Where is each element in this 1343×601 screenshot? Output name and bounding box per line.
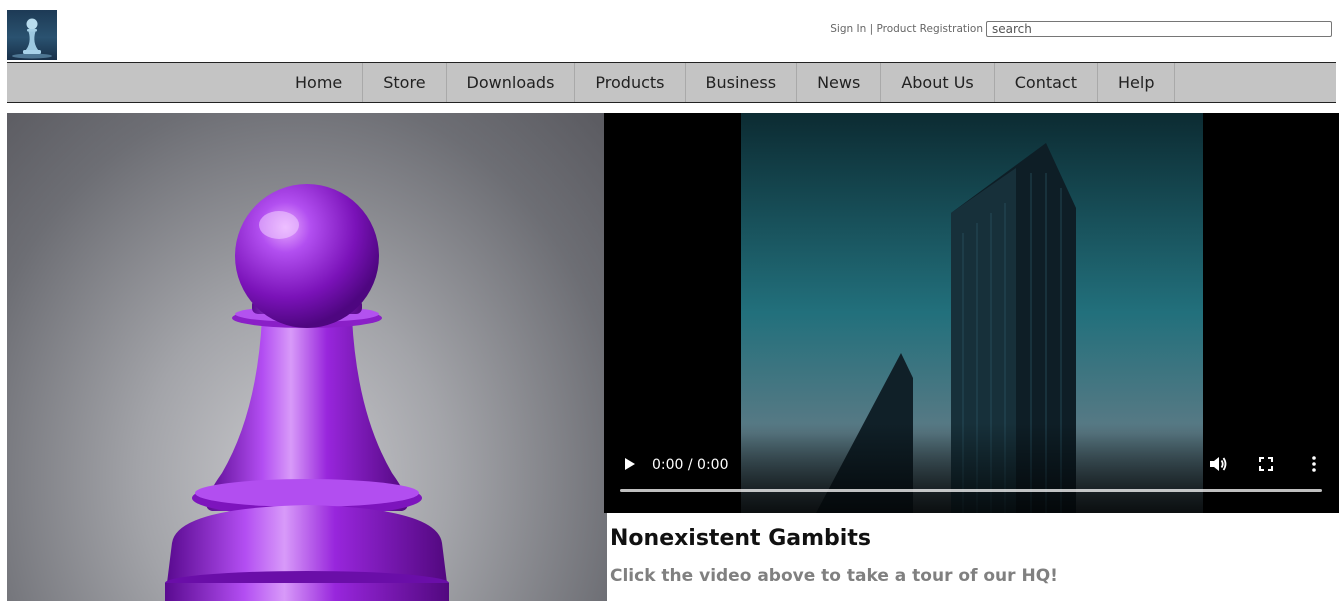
purple-chess-pawn-image	[7, 113, 607, 601]
nav-item-home[interactable]: Home	[275, 63, 364, 102]
nav-list: Home Store Downloads Products Business N…	[275, 63, 1176, 102]
page: Sign In | Product Registration Home Stor…	[0, 0, 1343, 601]
fullscreen-icon[interactable]	[1258, 456, 1274, 476]
nav-item-news[interactable]: News	[797, 63, 882, 102]
time-display: 0:00 / 0:00	[652, 457, 729, 473]
search-input[interactable]	[986, 21, 1332, 37]
product-registration-link[interactable]: Product Registration	[876, 23, 983, 35]
nav-item-help[interactable]: Help	[1098, 63, 1176, 102]
sign-in-link[interactable]: Sign In	[830, 23, 866, 35]
video-progress-bar[interactable]	[620, 489, 1322, 492]
nav-item-downloads[interactable]: Downloads	[447, 63, 576, 102]
video-player[interactable]: 0:00 / 0:00	[604, 113, 1339, 513]
link-separator: |	[866, 23, 877, 35]
nav-item-about-us[interactable]: About Us	[881, 63, 995, 102]
feature-caption: Click the video above to take a tour of …	[610, 566, 1058, 586]
nav-item-contact[interactable]: Contact	[995, 63, 1098, 102]
main-nav: Home Store Downloads Products Business N…	[7, 62, 1336, 103]
nav-item-products[interactable]: Products	[575, 63, 686, 102]
chess-pawn-logo-icon[interactable]	[7, 10, 57, 60]
account-links: Sign In | Product Registration	[800, 23, 983, 35]
feature-title: Nonexistent Gambits	[610, 526, 871, 551]
more-options-icon[interactable]	[1310, 455, 1318, 477]
play-icon[interactable]	[620, 455, 638, 477]
volume-icon[interactable]	[1208, 455, 1228, 477]
nav-item-store[interactable]: Store	[363, 63, 447, 102]
nav-item-business[interactable]: Business	[686, 63, 798, 102]
